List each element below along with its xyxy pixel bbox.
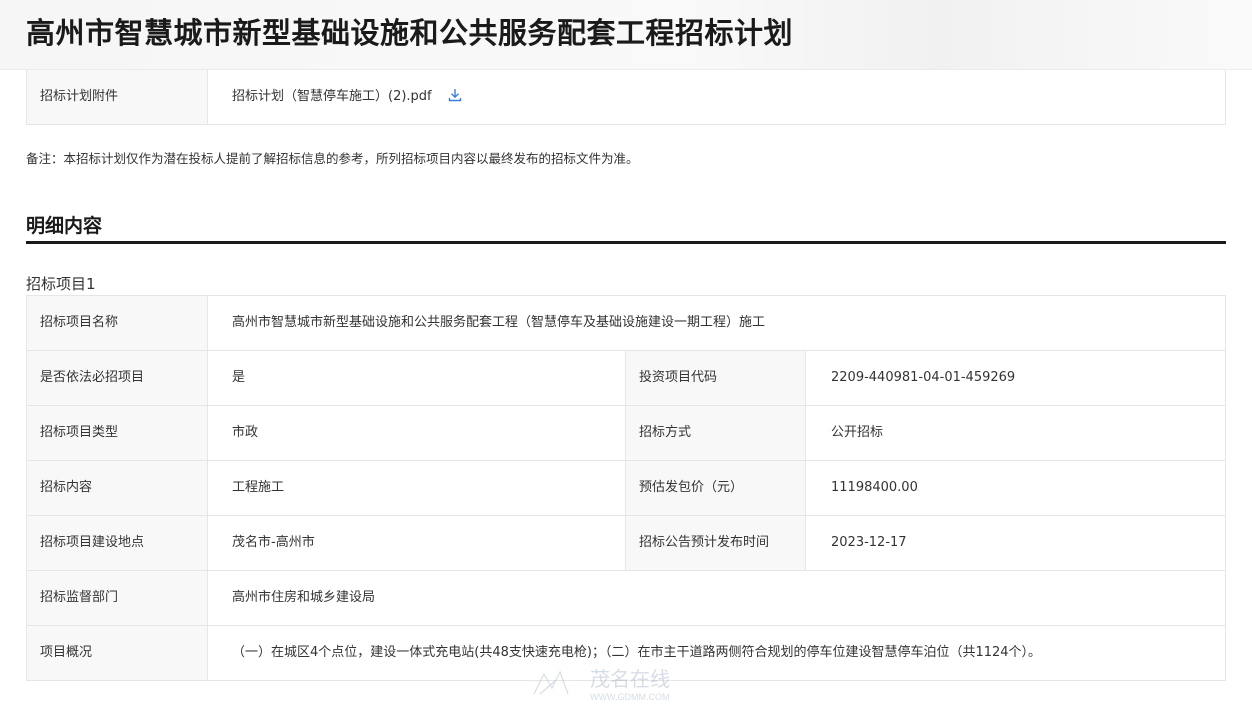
bid-method-label: 招标方式 (625, 406, 806, 460)
content-value: 工程施工 (232, 480, 285, 495)
invest-code-label: 投资项目代码 (625, 351, 806, 405)
est-price-label: 预估发包价（元） (625, 461, 806, 515)
table-row: 招标内容 工程施工 预估发包价（元） 11198400.00 (26, 461, 1226, 516)
table-row: 招标项目名称 高州市智慧城市新型基础设施和公共服务配套工程（智慧停车及基础设施建… (26, 296, 1226, 351)
table-row: 招标项目类型 市政 招标方式 公开招标 (26, 406, 1226, 461)
attachment-file-link[interactable]: 招标计划（智慧停车施工）(2).pdf (232, 89, 432, 104)
table-row: 是否依法必招项目 是 投资项目代码 2209-440981-04-01-4592… (26, 351, 1226, 406)
page-header: 高州市智慧城市新型基础设施和公共服务配套工程招标计划 (0, 0, 1252, 70)
page-title: 高州市智慧城市新型基础设施和公共服务配套工程招标计划 (26, 16, 794, 50)
mandatory-label: 是否依法必招项目 (27, 351, 208, 405)
project-name-label: 招标项目名称 (27, 296, 208, 350)
section-divider (26, 241, 1226, 244)
project-type-value: 市政 (232, 425, 259, 440)
supervisor-label: 招标监督部门 (27, 571, 208, 625)
est-price-value: 11198400.00 (831, 480, 918, 495)
attachment-table: 招标计划附件 招标计划（智慧停车施工）(2).pdf (26, 70, 1226, 125)
site-watermark: 茂名在线 WWW.GDMM.COM (533, 668, 670, 702)
overview-label: 项目概况 (27, 626, 208, 680)
download-icon[interactable] (448, 88, 462, 102)
disclaimer-note: 备注：本招标计划仅作为潜在投标人提前了解招标信息的参考，所列招标项目内容以最终发… (26, 151, 639, 166)
announce-date-label: 招标公告预计发布时间 (625, 516, 806, 570)
announce-date-value: 2023-12-17 (831, 535, 907, 550)
attachment-value: 招标计划（智慧停车施工）(2).pdf (232, 70, 462, 124)
invest-code-value: 2209-440981-04-01-459269 (831, 370, 1016, 385)
mandatory-value: 是 (232, 370, 246, 385)
section-title: 明细内容 (26, 215, 103, 237)
table-row: 招标项目建设地点 茂名市-高州市 招标公告预计发布时间 2023-12-17 (26, 516, 1226, 571)
item-heading: 招标项目1 (26, 275, 96, 293)
location-label: 招标项目建设地点 (27, 516, 208, 570)
bid-method-value: 公开招标 (831, 425, 884, 440)
project-name-value: 高州市智慧城市新型基础设施和公共服务配套工程（智慧停车及基础设施建设一期工程）施… (232, 315, 766, 330)
watermark-url: WWW.GDMM.COM (590, 692, 669, 702)
table-row: 招标监督部门 高州市住房和城乡建设局 (26, 571, 1226, 626)
attachment-label: 招标计划附件 (27, 70, 208, 124)
location-value: 茂名市-高州市 (232, 535, 315, 550)
supervisor-value: 高州市住房和城乡建设局 (232, 590, 376, 605)
content-label: 招标内容 (27, 461, 208, 515)
detail-table: 招标项目名称 高州市智慧城市新型基础设施和公共服务配套工程（智慧停车及基础设施建… (26, 295, 1226, 681)
project-type-label: 招标项目类型 (27, 406, 208, 460)
watermark-brand: 茂名在线 (590, 668, 670, 691)
